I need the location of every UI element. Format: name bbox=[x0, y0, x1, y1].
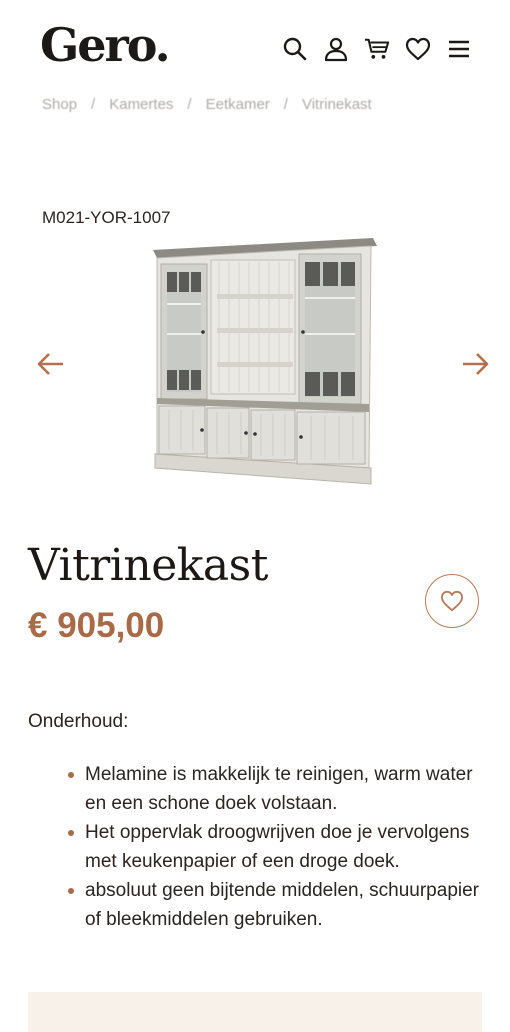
next-arrow-icon[interactable] bbox=[460, 350, 490, 378]
cart-icon[interactable] bbox=[364, 34, 390, 64]
care-label: Onderhoud: bbox=[28, 711, 129, 732]
list-item: Het oppervlak droogwrijven doe je vervol… bbox=[68, 818, 488, 876]
add-to-wishlist-button[interactable] bbox=[425, 574, 479, 628]
product-image[interactable] bbox=[145, 232, 377, 492]
breadcrumb-item: Vitrinekast bbox=[301, 96, 372, 113]
heart-icon bbox=[440, 590, 463, 612]
breadcrumb-item[interactable]: Kamertes bbox=[109, 96, 173, 113]
prev-arrow-icon[interactable] bbox=[36, 350, 66, 378]
list-item: Melamine is makkelijk te reinigen, warm … bbox=[68, 760, 488, 818]
product-price: € 905,00 bbox=[28, 606, 165, 645]
care-list: Melamine is makkelijk te reinigen, warm … bbox=[68, 760, 488, 934]
breadcrumb-item[interactable]: Eetkamer bbox=[206, 96, 270, 113]
list-item: absoluut geen bijtende middelen, schuurp… bbox=[68, 876, 488, 934]
product-sku: M021-YOR-1007 bbox=[42, 208, 171, 227]
breadcrumb-item[interactable]: Shop bbox=[42, 96, 77, 113]
search-icon[interactable] bbox=[282, 34, 308, 64]
heart-icon[interactable] bbox=[405, 34, 431, 64]
menu-icon[interactable] bbox=[446, 34, 472, 64]
site-header: Gero. bbox=[0, 0, 510, 100]
breadcrumb: Shop / Kamertes / Eetkamer / Vitrinekast bbox=[42, 96, 372, 113]
header-icons bbox=[282, 34, 472, 64]
product-title: Vitrinekast bbox=[28, 540, 268, 591]
user-icon[interactable] bbox=[323, 34, 349, 64]
logo[interactable]: Gero. bbox=[40, 18, 171, 72]
info-panel bbox=[28, 992, 482, 1032]
